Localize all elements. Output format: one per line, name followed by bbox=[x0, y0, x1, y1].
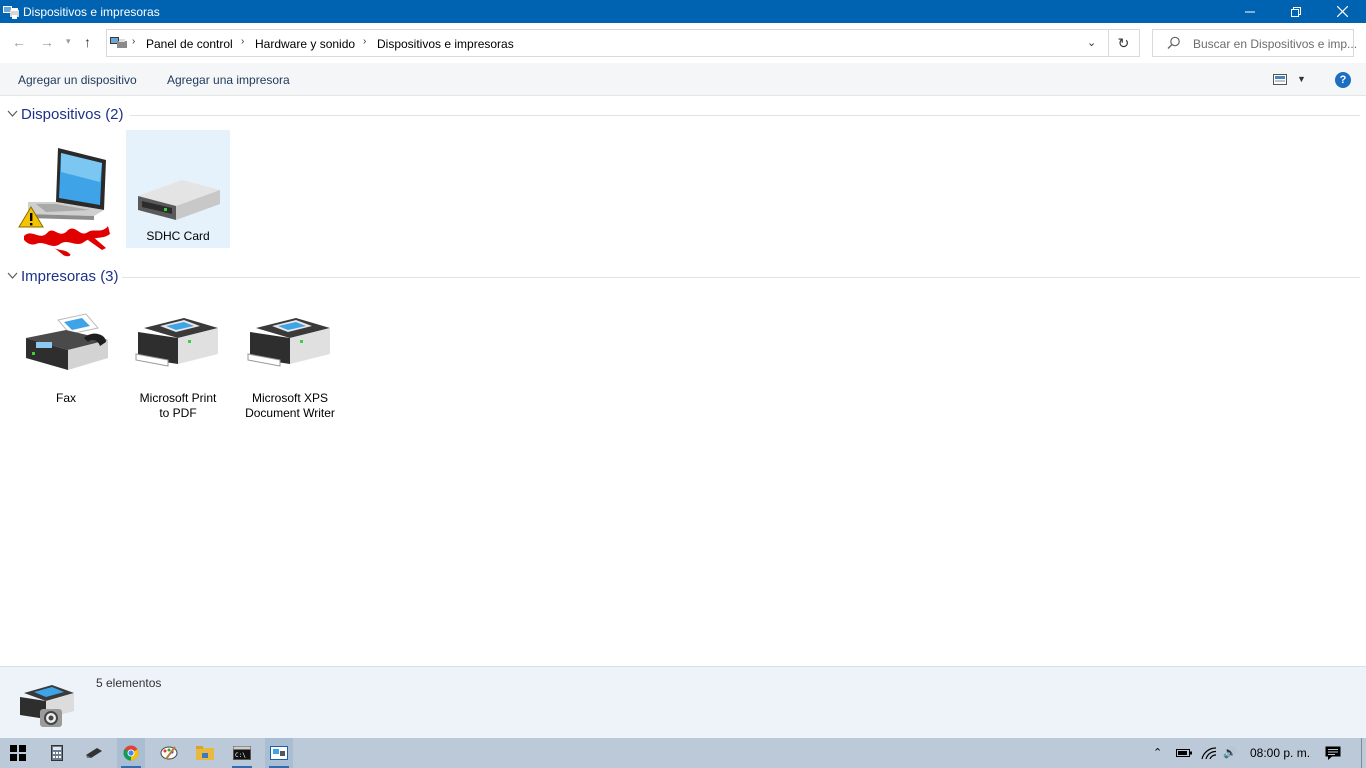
taskbar-calculator[interactable] bbox=[43, 738, 71, 768]
file-explorer-icon bbox=[196, 746, 214, 760]
taskbar-chrome[interactable] bbox=[117, 738, 145, 768]
paint-icon bbox=[160, 746, 178, 760]
refresh-button[interactable]: ↻ bbox=[1108, 29, 1140, 57]
device-tile-laptop[interactable] bbox=[14, 130, 118, 257]
recent-locations-chevron-icon[interactable]: ▾ bbox=[66, 36, 71, 47]
printer-label-line1: Microsoft XPS bbox=[251, 391, 329, 405]
printer-label: Fax bbox=[55, 391, 76, 405]
printer-label-line2: to PDF bbox=[159, 406, 197, 420]
close-icon bbox=[1336, 6, 1348, 17]
address-history-chevron-icon[interactable]: ⌄ bbox=[1087, 36, 1096, 49]
help-button[interactable]: ? bbox=[1335, 72, 1351, 88]
printer-tile-microsoft-print-to-pdf[interactable]: Microsoft Print to PDF bbox=[126, 296, 230, 420]
breadcrumb-panel-de-control[interactable]: Panel de control bbox=[146, 37, 233, 51]
sd-card-reader-icon bbox=[138, 180, 220, 220]
printer-tile-fax[interactable]: Fax bbox=[14, 296, 118, 414]
restore-icon bbox=[1291, 6, 1301, 17]
taskbar: C:\ ⌃ 🔊 08:00 p. m. bbox=[0, 738, 1366, 768]
restore-button[interactable] bbox=[1273, 0, 1319, 23]
breadcrumb-separator-icon[interactable]: › bbox=[363, 36, 366, 47]
address-row: ← → ▾ ↑ › Panel de control › Hardware y … bbox=[0, 23, 1366, 63]
taskbar-paint[interactable] bbox=[155, 738, 183, 768]
printer-icon bbox=[135, 318, 218, 367]
group-divider bbox=[122, 277, 1360, 278]
group-title-printers: Impresoras (3) bbox=[21, 268, 119, 285]
volume-icon[interactable]: 🔊 bbox=[1223, 746, 1237, 759]
refresh-icon: ↻ bbox=[1117, 34, 1130, 51]
back-arrow-icon[interactable]: ← bbox=[12, 34, 26, 50]
printer-tile-microsoft-xps-document-writer[interactable]: Microsoft XPS Document Writer bbox=[238, 296, 342, 420]
change-view-icon[interactable] bbox=[1273, 74, 1287, 85]
details-pane: 5 elementos bbox=[0, 666, 1366, 738]
start-button[interactable] bbox=[4, 738, 32, 768]
taskbar-file-explorer[interactable] bbox=[191, 738, 219, 768]
collapse-chevron-icon[interactable] bbox=[7, 108, 18, 119]
svg-text:C:\: C:\ bbox=[235, 752, 246, 759]
chrome-icon bbox=[123, 745, 139, 761]
window-title: Dispositivos e impresoras bbox=[23, 5, 160, 19]
taskbar-clock[interactable]: 08:00 p. m. bbox=[1250, 746, 1310, 760]
search-placeholder: Buscar en Dispositivos e imp... bbox=[1193, 37, 1358, 51]
printer-label-line2: Document Writer bbox=[245, 406, 335, 420]
command-bar: Agregar un dispositivo Agregar una impre… bbox=[0, 63, 1366, 96]
breadcrumb-dispositivos-e-impresoras[interactable]: Dispositivos e impresoras bbox=[377, 37, 514, 51]
devices-printers-icon bbox=[20, 685, 74, 727]
show-hidden-icons-chevron-icon[interactable]: ⌃ bbox=[1153, 746, 1162, 759]
battery-power-icon[interactable] bbox=[1176, 748, 1192, 758]
breadcrumb-separator-icon[interactable]: › bbox=[132, 36, 135, 47]
group-header-devices[interactable]: Dispositivos (2) bbox=[6, 105, 1360, 125]
search-icon bbox=[1167, 36, 1180, 49]
minimize-icon bbox=[1245, 11, 1255, 12]
breadcrumb-separator-icon[interactable]: › bbox=[241, 36, 244, 47]
group-divider bbox=[130, 115, 1360, 116]
add-printer-button[interactable]: Agregar una impresora bbox=[167, 73, 290, 87]
show-desktop-button[interactable] bbox=[1361, 738, 1362, 768]
up-arrow-icon[interactable]: ↑ bbox=[84, 34, 91, 50]
taskbar-devices-printers[interactable] bbox=[265, 738, 293, 768]
taskbar-pen[interactable] bbox=[80, 738, 108, 768]
address-bar[interactable]: › Panel de control › Hardware y sonido ›… bbox=[106, 29, 1109, 57]
collapse-chevron-icon[interactable] bbox=[7, 270, 18, 281]
printer-label-line1: Microsoft Print bbox=[139, 391, 217, 405]
devices-printers-icon bbox=[110, 37, 127, 48]
breadcrumb-hardware-y-sonido[interactable]: Hardware y sonido bbox=[255, 37, 355, 51]
pen-icon bbox=[86, 748, 102, 758]
start-icon bbox=[10, 745, 26, 761]
taskbar-cmd[interactable]: C:\ bbox=[228, 738, 256, 768]
minimize-button[interactable] bbox=[1227, 0, 1273, 23]
group-header-printers[interactable]: Impresoras (3) bbox=[6, 267, 1360, 287]
calculator-icon bbox=[51, 745, 63, 761]
cmd-icon: C:\ bbox=[233, 746, 251, 760]
wifi-icon[interactable] bbox=[1201, 747, 1217, 759]
group-title-devices: Dispositivos (2) bbox=[21, 106, 124, 123]
device-label: SDHC Card bbox=[146, 229, 210, 243]
close-button[interactable] bbox=[1319, 0, 1365, 23]
forward-arrow-icon[interactable]: → bbox=[40, 34, 54, 50]
fax-icon bbox=[26, 313, 108, 370]
action-center-icon[interactable] bbox=[1325, 746, 1341, 761]
item-count: 5 elementos bbox=[96, 676, 162, 690]
printer-icon bbox=[247, 318, 330, 367]
title-bar: Dispositivos e impresoras bbox=[0, 0, 1366, 23]
add-device-button[interactable]: Agregar un dispositivo bbox=[18, 73, 137, 87]
red-scribble-redaction bbox=[24, 226, 110, 257]
devices-printers-icon bbox=[3, 6, 19, 19]
device-tile-sdhc-card[interactable]: SDHC Card bbox=[126, 130, 230, 248]
devices-printers-icon bbox=[270, 746, 288, 760]
view-options-chevron-icon[interactable]: ▼ bbox=[1297, 74, 1306, 84]
search-input[interactable]: Buscar en Dispositivos e imp... bbox=[1152, 29, 1358, 57]
